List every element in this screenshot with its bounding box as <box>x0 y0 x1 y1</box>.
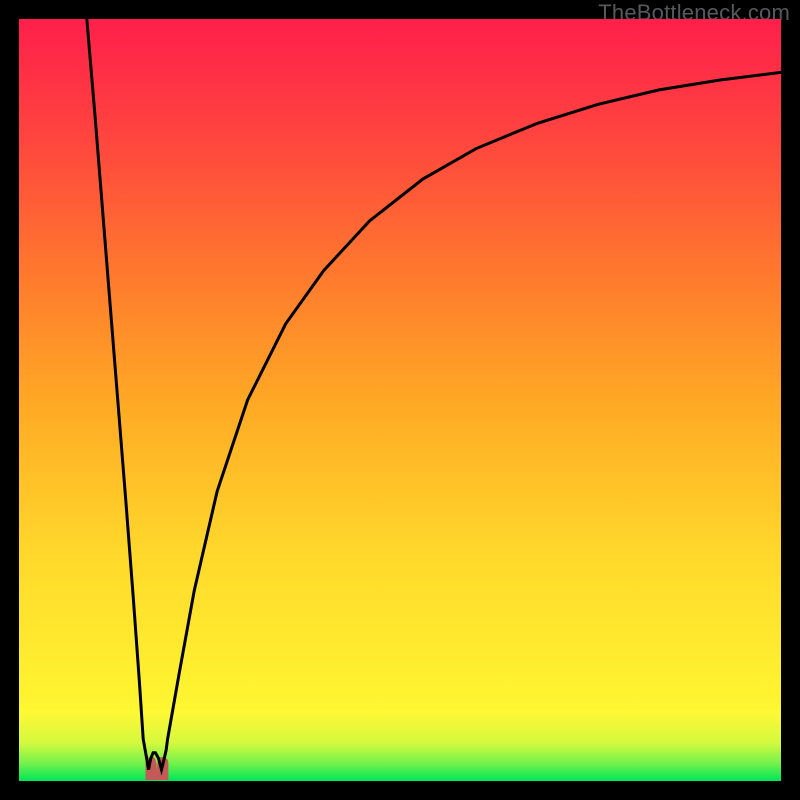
gradient-background <box>19 19 781 781</box>
plot-area <box>19 19 781 781</box>
chart-svg <box>19 19 781 781</box>
chart-frame: TheBottleneck.com <box>0 0 800 800</box>
